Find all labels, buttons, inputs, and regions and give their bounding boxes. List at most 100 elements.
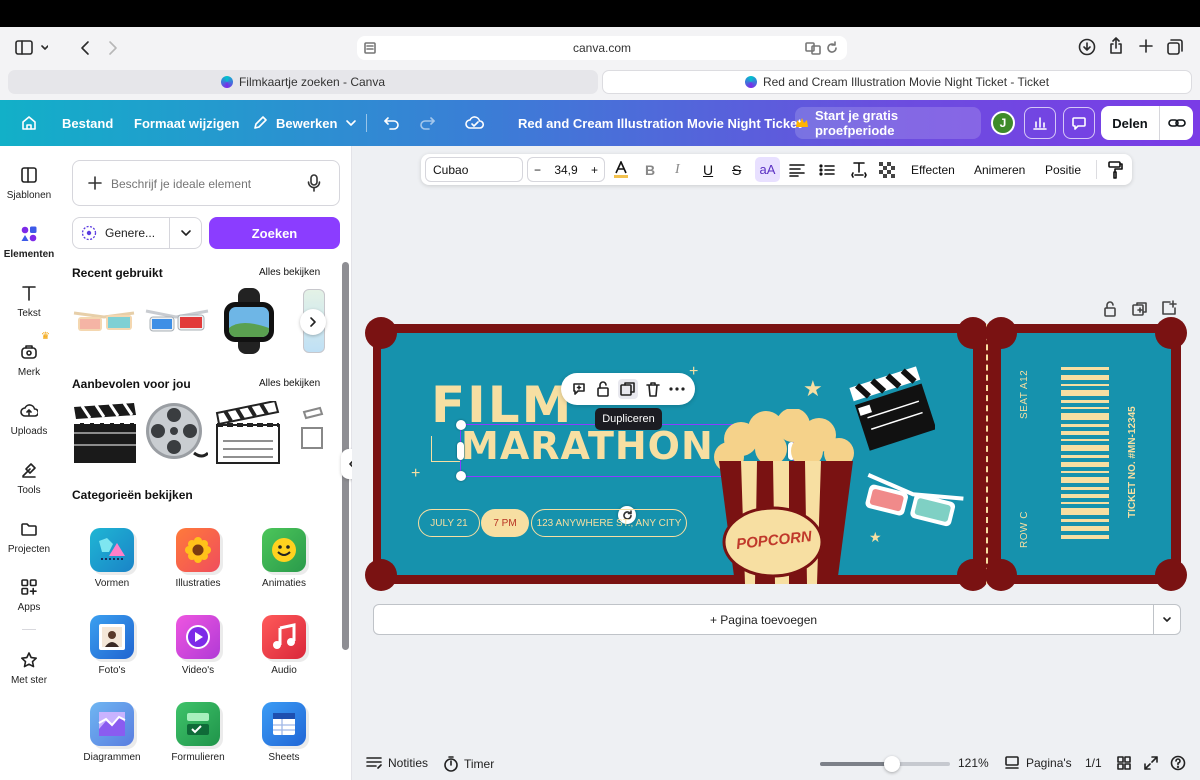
- 3d-glasses-illustration[interactable]: [857, 472, 965, 532]
- help-icon[interactable]: [1170, 755, 1186, 771]
- ticket-design[interactable]: SEAT A12 ROW C TICKET NO. #MN-12345 FILM…: [365, 317, 1187, 591]
- date-pill[interactable]: JULY 21: [418, 509, 480, 537]
- recommended-item-clapperboard-striped[interactable]: [215, 401, 281, 465]
- rail-uploads[interactable]: Uploads: [0, 402, 58, 437]
- underline-button[interactable]: U: [703, 154, 713, 185]
- time-pill[interactable]: 7 PM: [481, 509, 529, 537]
- add-page-button[interactable]: + Pagina toevoegen: [373, 604, 1154, 635]
- lock-page-icon[interactable]: [1103, 301, 1117, 317]
- recent-item-smartwatch[interactable]: [218, 288, 280, 354]
- text-color-button[interactable]: [613, 154, 629, 185]
- side-handle[interactable]: [457, 442, 464, 460]
- new-tab-icon[interactable]: [1138, 38, 1154, 54]
- increase-size-button[interactable]: +: [591, 163, 598, 177]
- spacing-button[interactable]: [851, 154, 867, 185]
- category-charts[interactable]: Diagrammen: [72, 702, 152, 763]
- comments-button[interactable]: [1063, 107, 1095, 139]
- redo-button[interactable]: [418, 100, 436, 146]
- zoom-slider-thumb[interactable]: [883, 756, 900, 772]
- lock-icon[interactable]: [596, 381, 610, 397]
- share-button[interactable]: Delen: [1101, 116, 1159, 131]
- pages-button[interactable]: Pagina's: [1004, 756, 1072, 770]
- add-page-icon[interactable]: [1161, 300, 1177, 316]
- rail-starred[interactable]: Met ster: [0, 651, 58, 686]
- decrease-size-button[interactable]: −: [534, 163, 541, 177]
- generate-options-button[interactable]: [170, 227, 201, 239]
- font-family-select[interactable]: Cubao: [425, 157, 523, 182]
- address-bar[interactable]: canva.com: [357, 36, 847, 60]
- notes-button[interactable]: Notities: [366, 756, 428, 770]
- rail-text[interactable]: Tekst: [0, 284, 58, 319]
- rail-projects[interactable]: Projecten: [0, 520, 58, 555]
- resize-button[interactable]: Formaat wijzigen: [134, 100, 239, 146]
- font-size-value[interactable]: 34,9: [554, 163, 577, 177]
- resize-handle[interactable]: [456, 471, 466, 481]
- bold-button[interactable]: B: [645, 154, 655, 185]
- tab-filmkaartje[interactable]: Filmkaartje zoeken - Canva: [8, 70, 598, 94]
- effects-button[interactable]: Effecten: [911, 154, 955, 185]
- grid-view-icon[interactable]: [1117, 756, 1131, 770]
- generate-dropdown[interactable]: Genere...: [72, 217, 202, 249]
- duplicate-icon[interactable]: [617, 379, 638, 399]
- file-menu[interactable]: Bestand: [62, 100, 113, 146]
- document-title[interactable]: Red and Cream Illustration Movie Night T…: [518, 100, 802, 146]
- generate-button[interactable]: Genere...: [73, 225, 169, 241]
- sidebar-toggle-icon[interactable]: [14, 39, 48, 57]
- rail-brand[interactable]: Merk: [0, 343, 58, 378]
- reload-icon[interactable]: [825, 41, 839, 55]
- recommended-item-partial[interactable]: [298, 404, 326, 460]
- align-button[interactable]: [789, 154, 805, 185]
- resize-handle[interactable]: [456, 420, 466, 430]
- letter-case-button[interactable]: aA: [755, 157, 780, 182]
- share-link-button[interactable]: [1160, 116, 1193, 130]
- category-videos[interactable]: Video's: [158, 615, 238, 676]
- rail-templates[interactable]: Sjablonen: [0, 166, 58, 201]
- address-pill[interactable]: 123 ANYWHERE ST., ANY CITY: [531, 509, 687, 537]
- home-button[interactable]: [20, 100, 38, 146]
- cloud-save-button[interactable]: [465, 100, 485, 146]
- element-search-input[interactable]: [111, 173, 301, 195]
- insights-button[interactable]: [1024, 107, 1056, 139]
- category-illustrations[interactable]: Illustraties: [158, 528, 238, 589]
- translate-icon[interactable]: [805, 41, 821, 55]
- recommended-item-clapperboard[interactable]: [72, 401, 138, 465]
- category-shapes[interactable]: Vormen: [72, 528, 152, 589]
- popcorn-illustration[interactable]: POPCORN: [711, 409, 861, 584]
- category-sheets[interactable]: Sheets: [244, 702, 324, 763]
- edit-menu[interactable]: Bewerken: [252, 100, 357, 146]
- rail-elements[interactable]: Elementen: [0, 225, 58, 260]
- category-forms[interactable]: Formulieren: [158, 702, 238, 763]
- forward-icon[interactable]: [106, 39, 120, 57]
- zoom-level[interactable]: 121%: [958, 756, 989, 770]
- element-search-box[interactable]: [72, 160, 340, 206]
- trash-icon[interactable]: [646, 381, 661, 397]
- timer-button[interactable]: Timer: [444, 756, 494, 772]
- recent-scroll-right-button[interactable]: [300, 309, 326, 335]
- italic-button[interactable]: I: [675, 154, 680, 185]
- trial-button[interactable]: Start je gratis proefperiode: [795, 107, 981, 139]
- animate-button[interactable]: Animeren: [974, 154, 1025, 185]
- transparency-button[interactable]: [879, 154, 895, 185]
- avatar[interactable]: J: [991, 111, 1015, 135]
- tab-ticket[interactable]: Red and Cream Illustration Movie Night T…: [602, 70, 1192, 94]
- duplicate-page-icon[interactable]: [1132, 301, 1148, 317]
- tab-overview-icon[interactable]: [1166, 38, 1184, 56]
- font-size-stepper[interactable]: − 34,9 +: [527, 157, 605, 182]
- clapperboard-illustration[interactable]: [847, 360, 935, 452]
- recommended-item-film-reel[interactable]: [144, 401, 208, 465]
- rail-apps[interactable]: Apps: [0, 578, 58, 613]
- recent-see-all-link[interactable]: Alles bekijken: [259, 267, 320, 278]
- more-options-icon[interactable]: [669, 387, 685, 391]
- recent-item-3d-glasses-white[interactable]: [144, 291, 210, 355]
- title-film[interactable]: FILM: [431, 380, 573, 430]
- undo-button[interactable]: [383, 100, 401, 146]
- rail-tools[interactable]: Tools: [0, 461, 58, 496]
- recent-item-3d-glasses-cream[interactable]: [72, 291, 138, 355]
- add-comment-icon[interactable]: [571, 381, 587, 397]
- category-animations[interactable]: Animaties: [244, 528, 324, 589]
- share-icon[interactable]: [1108, 37, 1124, 55]
- category-photos[interactable]: Foto's: [72, 615, 152, 676]
- download-icon[interactable]: [1078, 38, 1096, 56]
- search-button[interactable]: Zoeken: [209, 217, 340, 249]
- list-button[interactable]: [819, 154, 835, 185]
